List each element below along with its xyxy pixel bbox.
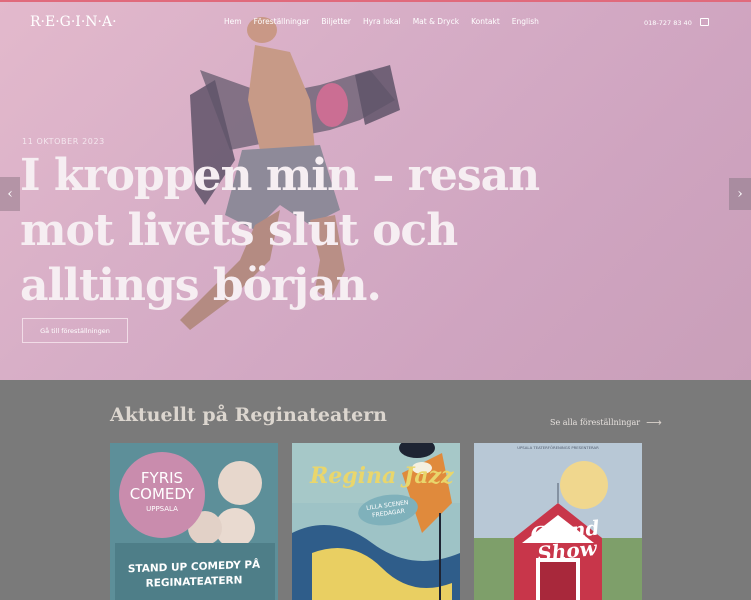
cart-icon[interactable]: [700, 18, 709, 26]
card-title: Grand Show: [529, 515, 601, 566]
see-all-link[interactable]: Se alla föreställningar ⟶: [550, 416, 662, 429]
nav-item-home[interactable]: Hem: [224, 17, 242, 26]
nav-item-shows[interactable]: Föreställningar: [254, 17, 310, 26]
card-sun: [560, 461, 608, 509]
card-tagline: STAND UP COMEDY PÅ REGINATEATERN: [127, 558, 261, 590]
card-title: Regina Jazz: [310, 463, 454, 489]
nav-item-venue-rental[interactable]: Hyra lokal: [363, 17, 401, 26]
carousel-prev-button[interactable]: ‹: [0, 177, 20, 211]
see-all-label: Se alla föreställningar: [550, 418, 641, 427]
card-circle-sub: UPPSALA: [146, 505, 178, 513]
site-logo[interactable]: R·E·G·I·N·A·: [30, 14, 117, 30]
hero-date: 11 OKTOBER 2023: [22, 137, 105, 146]
show-card-regina-jazz[interactable]: Regina Jazz LILLA SCENEN FREDAGAR: [292, 443, 460, 600]
chevron-left-icon: ‹: [7, 186, 13, 202]
nav-item-tickets[interactable]: Biljetter: [321, 17, 351, 26]
show-card-fyris-comedy[interactable]: FYRIS COMEDY UPPSALA STAND UP COMEDY PÅ …: [110, 443, 278, 600]
main-navigation: Hem Föreställningar Biljetter Hyra lokal…: [224, 17, 551, 26]
nav-item-contact[interactable]: Kontakt: [471, 17, 500, 26]
section-title: Aktuellt på Reginateatern: [110, 404, 387, 426]
hero-title: I kroppen min – resan mot livets slut oc…: [20, 150, 540, 311]
arrow-right-icon: ⟶: [646, 416, 662, 429]
card-top-text: UPSALA TEATERFÖRENINGS PRESENTERAR: [517, 445, 599, 450]
nav-item-food-drink[interactable]: Mat & Dryck: [413, 17, 459, 26]
show-card-grand-show[interactable]: UPSALA TEATERFÖRENINGS PRESENTERAR Grand…: [474, 443, 642, 600]
chevron-right-icon: ›: [737, 186, 743, 202]
nav-item-english[interactable]: English: [512, 17, 539, 26]
carousel-next-button[interactable]: ›: [729, 178, 751, 210]
hero-cta-button[interactable]: Gå till föreställningen: [22, 318, 128, 343]
card-circle-title: FYRIS COMEDY: [129, 469, 195, 503]
header-phone[interactable]: 018-727 83 40: [644, 19, 692, 27]
hero-banner: R·E·G·I·N·A· Hem Föreställningar Biljett…: [0, 0, 751, 380]
